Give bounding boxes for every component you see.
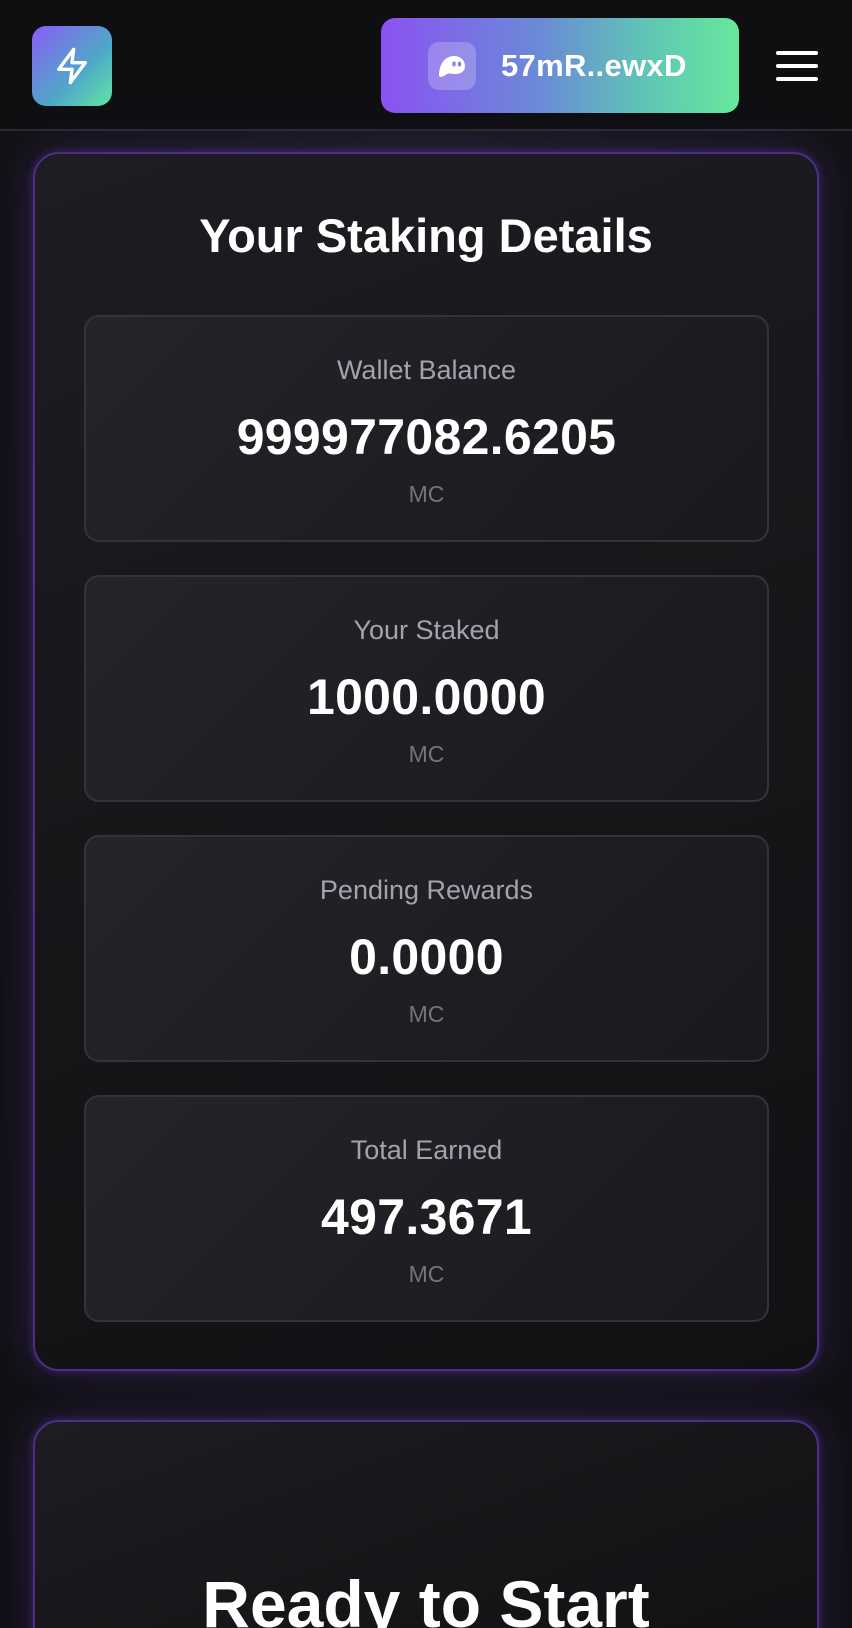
menu-button[interactable]: [773, 44, 821, 88]
stat-unit: MC: [408, 1001, 445, 1027]
stat-label: Wallet Balance: [336, 355, 517, 385]
stat-value: 999977082.6205: [236, 409, 617, 465]
stat-unit: MC: [408, 481, 445, 507]
ghost-icon: [439, 55, 465, 77]
stat-wallet-balance: Wallet Balance 999977082.6205 MC: [84, 315, 769, 542]
stat-total-earned: Total Earned 497.3671 MC: [84, 1095, 769, 1322]
stat-value: 497.3671: [321, 1189, 532, 1245]
staking-details-card: Your Staking Details Wallet Balance 9999…: [33, 152, 819, 1371]
lightning-bolt-icon: [57, 47, 88, 85]
wallet-address: 57mR..ewxD: [501, 47, 687, 83]
wallet-avatar: [428, 41, 476, 90]
stat-pending-rewards: Pending Rewards 0.0000 MC: [84, 835, 769, 1062]
stat-value: 0.0000: [349, 929, 504, 985]
app-header: 57mR..ewxD: [0, 0, 852, 131]
stat-label: Your Staked: [353, 615, 500, 645]
staking-details-title: Your Staking Details: [199, 209, 653, 262]
wallet-button[interactable]: 57mR..ewxD: [381, 18, 739, 113]
page: 57mR..ewxD Your Staking Details Wallet B…: [0, 0, 852, 1628]
ready-to-start-card: Ready to Start: [33, 1420, 819, 1628]
app-logo[interactable]: [32, 26, 112, 106]
hamburger-menu-icon-line: [776, 77, 818, 81]
stat-unit: MC: [408, 741, 445, 767]
stat-label: Total Earned: [350, 1135, 503, 1165]
stat-label: Pending Rewards: [319, 875, 534, 905]
ready-to-start-title: Ready to Start: [202, 1567, 650, 1628]
stat-unit: MC: [408, 1261, 445, 1287]
stat-value: 1000.0000: [306, 669, 547, 725]
hamburger-menu-icon-line: [776, 64, 818, 68]
stat-your-staked: Your Staked 1000.0000 MC: [84, 575, 769, 802]
hamburger-menu-icon: [776, 51, 818, 55]
